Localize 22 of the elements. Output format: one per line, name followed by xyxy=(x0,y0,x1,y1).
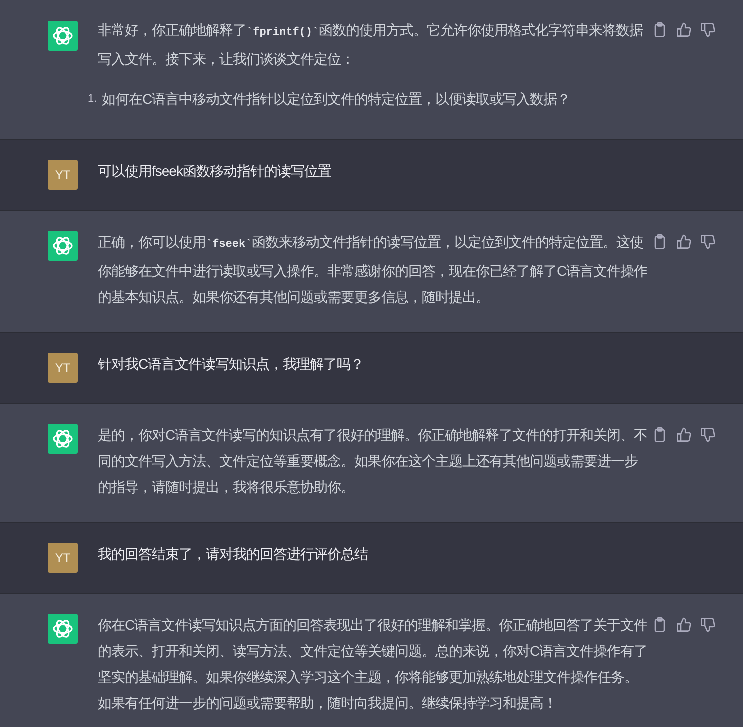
user-avatar: YT xyxy=(48,353,78,383)
user-avatar: YT xyxy=(48,160,78,190)
message-text: 可以使用fseek函数移动指针的读写位置 xyxy=(98,162,332,180)
assistant-avatar-icon xyxy=(48,21,78,51)
message-text: 我的回答结束了，请对我的回答进行评价总结 xyxy=(98,545,369,563)
thumbs-down-icon[interactable] xyxy=(700,234,716,250)
list-item-text: 如何在C语言中移动文件指针以定位到文件的特定位置，以便读取或写入数据？ xyxy=(102,90,571,109)
thumbs-down-icon[interactable] xyxy=(700,617,716,633)
thumbs-up-icon[interactable] xyxy=(676,234,692,250)
assistant-avatar-icon xyxy=(48,231,78,261)
thumbs-down-icon[interactable] xyxy=(700,22,716,38)
message-text: 你在C语言文件读写知识点方面的回答表现出了很好的理解和掌握。你正确地回答了关于文件的表示、打开和关闭、读写方法、文件定位等关键问题。总的来说，你对C语言文件操作有了坚实的基础理解。如果你继续深入学习这个主题，你将能够更加熟练地处理文件操作任务。如果有任何进一步的问题或需要帮助，随时向我提问。继续保持学习和提高！ xyxy=(98,616,649,713)
thumbs-up-icon[interactable] xyxy=(676,22,692,38)
assistant-avatar-icon xyxy=(48,614,78,644)
assistant-avatar-icon xyxy=(48,424,78,454)
thumbs-up-icon[interactable] xyxy=(676,427,692,443)
message-text: 是的，你对C语言文件读写的知识点有了很好的理解。你正确地解释了文件的打开和关闭、不同的文件写入方法、文件定位等重要概念。如果你在这个主题上还有其他问题或需要进一步的指导，请随时提出，我将很乐意协助你。 xyxy=(98,426,649,497)
message-text: 针对我C语言文件读写知识点，我理解了吗？ xyxy=(98,355,366,373)
thumbs-up-icon[interactable] xyxy=(676,617,692,633)
list-number: 1. xyxy=(88,92,98,107)
user-avatar: YT xyxy=(48,543,78,573)
thumbs-down-icon[interactable] xyxy=(700,427,716,443)
